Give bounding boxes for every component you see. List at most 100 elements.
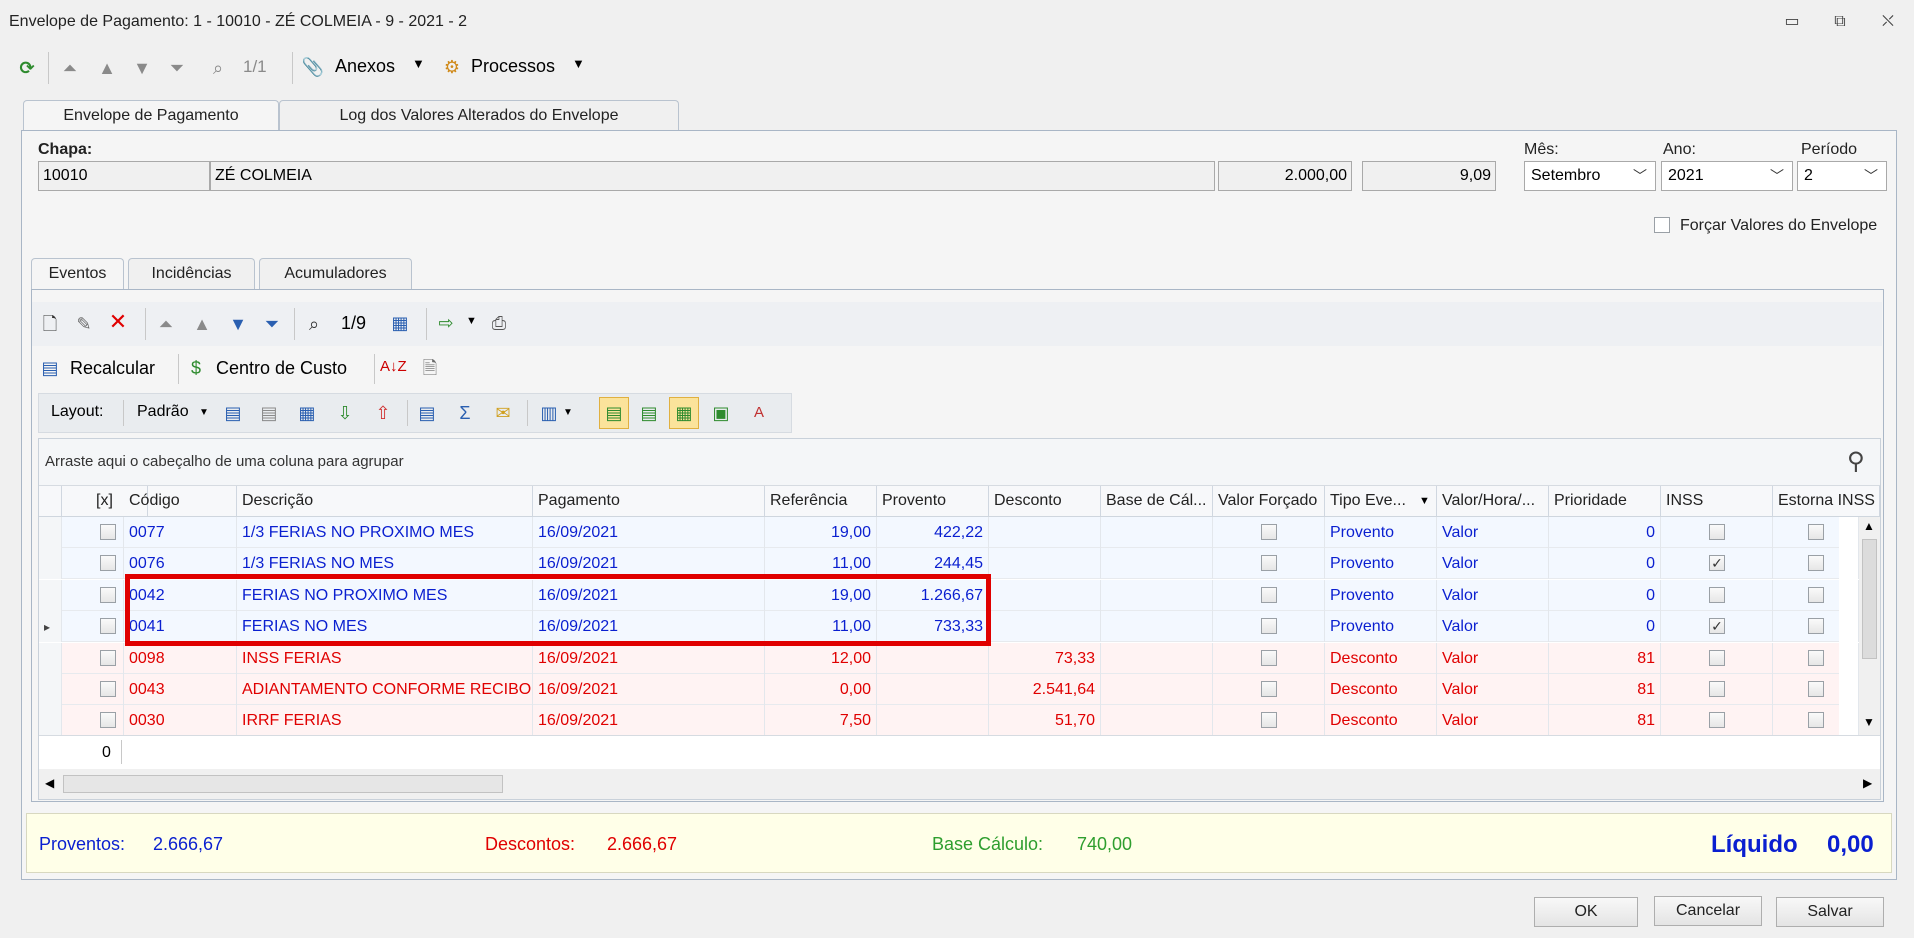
cell-desconto[interactable]: 51,70 [989, 705, 1101, 735]
valor-forcado-checkbox[interactable] [1261, 618, 1277, 635]
tab-eventos[interactable]: Eventos [31, 258, 124, 290]
layout-save-icon[interactable]: ▤ [221, 403, 245, 423]
layout-disabled-icon[interactable]: ▤ [257, 403, 281, 423]
col-valor-forcado[interactable]: Valor Forçado [1213, 486, 1325, 516]
row-select-checkbox[interactable] [100, 649, 116, 666]
export-layout-icon[interactable]: ⇧ [371, 403, 395, 423]
cell-valor[interactable]: Valor [1437, 517, 1549, 548]
printer-icon[interactable]: ⎙ [487, 313, 511, 333]
cell-prioridade[interactable]: 81 [1549, 642, 1661, 674]
salvar-button[interactable]: Salvar [1776, 897, 1884, 927]
inss-checkbox[interactable] [1709, 681, 1725, 697]
centro-de-custo-button[interactable]: Centro de Custo [216, 358, 347, 379]
cell-desconto[interactable]: 2.541,64 [989, 674, 1101, 705]
sum-icon[interactable]: Σ [453, 403, 477, 423]
cell-pagamento[interactable]: 16/09/2021 [533, 674, 765, 705]
cell-pagamento[interactable]: 16/09/2021 [533, 642, 765, 674]
previous-record-icon[interactable]: ▲ [190, 314, 214, 334]
row-select-checkbox[interactable] [100, 555, 116, 572]
table-row[interactable]: 0077 1/3 FERIAS NO PROXIMO MES 16/09/2021 1… [39, 517, 1859, 548]
cell-valor[interactable]: Valor [1437, 642, 1549, 674]
estorna-inss-checkbox[interactable] [1808, 649, 1824, 666]
estorna-inss-checkbox[interactable] [1808, 712, 1824, 729]
inss-checkbox[interactable] [1709, 649, 1725, 666]
cell-prioridade[interactable]: 81 [1549, 674, 1661, 705]
row-select-checkbox[interactable] [100, 524, 116, 540]
col-desconto[interactable]: Desconto [989, 486, 1101, 516]
inss-checkbox[interactable]: ✓ [1709, 618, 1725, 635]
comment-icon[interactable]: ✉ [491, 403, 515, 423]
col-inss[interactable]: INSS [1661, 486, 1773, 516]
cell-tipo[interactable]: Provento [1325, 517, 1437, 548]
scroll-left-icon[interactable]: ◀ [45, 776, 54, 790]
chevron-down-icon[interactable]: ▼ [563, 407, 573, 418]
restore-button[interactable]: ⧉ [1828, 12, 1852, 32]
last-record-icon[interactable]: ⏷ [165, 58, 189, 78]
salary-field[interactable]: 2.000,00 [1218, 161, 1352, 191]
cancelar-button[interactable]: Cancelar [1654, 896, 1762, 926]
col-codigo[interactable]: Código [124, 486, 237, 516]
cell-prioridade[interactable]: 0 [1549, 517, 1661, 548]
cell-tipo[interactable]: Provento [1325, 579, 1437, 611]
cell-desconto[interactable] [989, 579, 1101, 611]
new-icon[interactable]: 🗋 [38, 314, 62, 334]
cell-valor[interactable]: Valor [1437, 705, 1549, 735]
tab-incidencias[interactable]: Incidências [128, 258, 255, 290]
valor-forcado-checkbox[interactable] [1261, 681, 1277, 697]
cell-base[interactable] [1101, 548, 1213, 580]
chevron-down-icon[interactable]: ▼ [199, 407, 209, 418]
cell-desconto[interactable] [989, 611, 1101, 643]
cell-referencia[interactable]: 0,00 [765, 674, 877, 705]
cell-provento[interactable]: 422,22 [877, 517, 989, 548]
h-scroll-thumb[interactable] [63, 775, 503, 793]
row-indicator[interactable] [39, 579, 62, 611]
last-record-icon[interactable]: ⏷ [260, 314, 284, 334]
col-estorna-inss[interactable]: Estorna INSS [1773, 486, 1880, 516]
cell-descricao[interactable]: 1/3 FERIAS NO PROXIMO MES [237, 517, 533, 548]
row-indicator[interactable]: ▸ [39, 611, 62, 643]
cell-base[interactable] [1101, 517, 1213, 548]
inss-checkbox[interactable] [1709, 586, 1725, 603]
previous-record-icon[interactable]: ▲ [95, 58, 119, 78]
cell-referencia[interactable]: 7,50 [765, 705, 877, 735]
cell-codigo[interactable]: 0030 [124, 705, 237, 735]
filter-dropdown-icon[interactable]: ▼ [1419, 495, 1430, 507]
cell-referencia[interactable]: 12,00 [765, 642, 877, 674]
chapa-field[interactable]: 10010 [38, 161, 210, 191]
next-record-icon[interactable]: ▼ [226, 314, 250, 334]
row-indicator[interactable] [39, 517, 62, 548]
group-panel[interactable]: Arraste aqui o cabeçalho de uma coluna p… [39, 439, 1880, 486]
forcar-valores-checkbox[interactable] [1654, 217, 1670, 233]
cell-valor[interactable]: Valor [1437, 548, 1549, 580]
cell-valor[interactable]: Valor [1437, 579, 1549, 611]
valor-forcado-checkbox[interactable] [1261, 649, 1277, 666]
hourly-value-field[interactable]: 9,09 [1362, 161, 1496, 191]
estorna-inss-checkbox[interactable] [1808, 586, 1824, 603]
import-layout-icon[interactable]: ⇩ [333, 403, 357, 423]
refresh-icon[interactable]: ⟳ [15, 58, 39, 78]
calendar-icon[interactable]: ▦ [388, 313, 412, 333]
edit-icon[interactable]: ✎ [72, 314, 96, 334]
employee-name-field[interactable]: ZÉ COLMEIA [210, 161, 1215, 191]
cell-valor[interactable]: Valor [1437, 611, 1549, 643]
tab-acumuladores[interactable]: Acumuladores [259, 258, 412, 290]
row-indicator[interactable] [39, 674, 62, 705]
cell-tipo[interactable]: Desconto [1325, 674, 1437, 705]
padrao-dropdown[interactable]: Padrão [137, 403, 189, 421]
minimize-button[interactable]: ▭ [1780, 12, 1804, 32]
cell-descricao[interactable]: ADIANTAMENTO CONFORME RECIBO [237, 674, 533, 705]
valor-forcado-checkbox[interactable] [1261, 586, 1277, 603]
col-valor-hora[interactable]: Valor/Hora/... [1437, 486, 1549, 516]
grid-view-icon[interactable]: ▦ [295, 403, 319, 423]
estorna-inss-checkbox[interactable] [1808, 555, 1824, 572]
estorna-inss-checkbox[interactable] [1808, 618, 1824, 635]
next-record-icon[interactable]: ▼ [130, 58, 154, 78]
chevron-down-icon[interactable]: ▼ [466, 315, 477, 327]
cell-base[interactable] [1101, 642, 1213, 674]
cell-codigo[interactable]: 0098 [124, 642, 237, 674]
col-prioridade[interactable]: Prioridade [1549, 486, 1661, 516]
processos-menu[interactable]: Processos [471, 56, 555, 77]
inss-checkbox[interactable] [1709, 524, 1725, 540]
estorna-inss-checkbox[interactable] [1808, 681, 1824, 697]
cell-tipo[interactable]: Desconto [1325, 705, 1437, 735]
